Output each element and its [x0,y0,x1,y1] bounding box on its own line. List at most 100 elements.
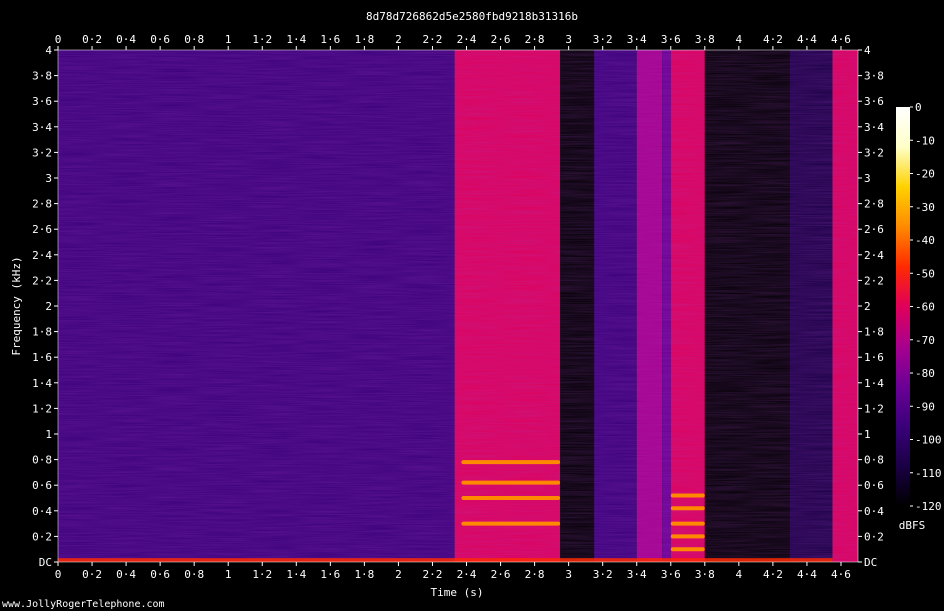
x-tick-label-bottom: 1·6 [320,568,340,581]
y-tick-label-right: 1·4 [864,377,884,390]
x-tick-label-bottom: 0·8 [184,568,204,581]
y-tick-label-right: 0·6 [864,479,884,492]
colorbar-tick-label: -100 [915,434,942,447]
y-tick-label-left: 3·8 [32,70,52,83]
x-axis-label: Time (s) [431,586,484,599]
y-tick-label-right: 2·8 [864,198,884,211]
x-tick-label-top: 2 [395,33,402,46]
y-tick-label-right: 2·6 [864,223,884,236]
x-tick-label-top: 2·2 [423,33,443,46]
harmonic-1-4 [670,493,705,498]
x-tick-label-top: 3·8 [695,33,715,46]
harmonic-1-1 [670,534,705,539]
y-tick-label-left: 1·6 [32,351,52,364]
x-tick-label-top: 2·8 [525,33,545,46]
x-tick-label-bottom: 4·6 [831,568,851,581]
x-tick-label-bottom: 3·2 [593,568,613,581]
y-axis-right: DC 0·2 0·4 0·6 0·8 1 1·2 1·4 1·6 1·8 2 2·2 2·4 2·6 2·8… [858,44,884,569]
colorbar-tick-label: -120 [915,500,942,513]
x-tick-label-top: 1·8 [354,33,374,46]
x-tick-label-top: 0·8 [184,33,204,46]
x-tick-label-top: 1 [225,33,232,46]
x-tick-label-top: 3·6 [661,33,681,46]
colorbar-gradient [896,107,910,506]
colorbar: 0 -10 -20 -30 -40 -50 -60 -70 -80 -90 -100 -110 -120 [896,101,942,513]
y-tick-label-left: 3·2 [32,146,52,159]
x-tick-label-bottom: 0·4 [116,568,136,581]
y-tick-label-right: 2·2 [864,274,884,287]
colorbar-tick-label: -30 [915,201,935,214]
y-tick-label-right: 3·6 [864,95,884,108]
x-tick-label-bottom: 1·2 [252,568,272,581]
colorbar-tick-label: -40 [915,234,935,247]
x-tick-label-bottom: 4 [736,568,743,581]
colorbar-tick-label: -80 [915,367,935,380]
x-tick-label-bottom: 3·4 [627,568,647,581]
x-tick-label-bottom: 2 [395,568,402,581]
x-tick-label-top: 3·4 [627,33,647,46]
harmonic-1-2 [670,521,705,526]
y-tick-label-right: 1·2 [864,402,884,415]
x-tick-label-bottom: 2·4 [457,568,477,581]
x-tick-label-bottom: 3·8 [695,568,715,581]
x-tick-label-bottom: 1·4 [286,568,306,581]
y-tick-label-left: 1 [45,428,52,441]
colorbar-tick-label: -90 [915,400,935,413]
y-tick-label-right: 4 [864,44,871,57]
y-tick-label-left: 2·6 [32,223,52,236]
y-axis-label: Frequency (kHz) [10,256,23,355]
dc-band [58,558,833,562]
x-tick-label-bottom: 0 [55,568,62,581]
x-axis-top: 0 0·2 0·4 0·6 0·8 1 1·2 1·4 1·6 1·8 2 2·2 2·4 2·6 2·8 3… [55,33,851,50]
x-tick-label-bottom: 1 [225,568,232,581]
x-tick-label-bottom: 0·2 [82,568,102,581]
x-tick-label-top: 1·6 [320,33,340,46]
x-tick-label-bottom: 2·6 [491,568,511,581]
x-tick-label-top: 4 [736,33,743,46]
x-tick-label-top: 0·2 [82,33,102,46]
y-tick-label-right: 2 [864,300,871,313]
x-tick-label-top: 0·4 [116,33,136,46]
y-tick-label-right: 0·4 [864,505,884,518]
x-tick-label-top: 0 [55,33,62,46]
y-tick-label-right: 1 [864,428,871,441]
x-tick-label-top: 4·2 [763,33,783,46]
y-tick-label-left: 2·4 [32,249,52,262]
y-tick-label-left: DC [39,556,52,569]
x-axis-bottom: 0 0·2 0·4 0·6 0·8 1 1·2 1·4 1·6 1·8 2 2·2 2·4 2·6 2·8 3… [55,562,851,581]
y-tick-label-right: 0·8 [864,454,884,467]
x-tick-label-bottom: 4·4 [797,568,817,581]
y-tick-label-right: DC [864,556,877,569]
colorbar-tick-label: 0 [915,101,922,114]
y-tick-label-left: 1·2 [32,402,52,415]
colorbar-tick-label: -20 [915,168,935,181]
y-tick-label-right: 1·8 [864,326,884,339]
x-tick-label-bottom: 3 [565,568,572,581]
x-tick-label-top: 3·2 [593,33,613,46]
watermark: www.JollyRogerTelephone.com [2,599,165,610]
y-tick-label-left: 0·6 [32,479,52,492]
harmonic-0-1 [461,496,561,500]
y-tick-label-left: 2·2 [32,274,52,287]
harmonic-1-0 [670,547,705,552]
y-tick-label-right: 3·2 [864,146,884,159]
y-tick-label-right: 3·8 [864,70,884,83]
y-tick-label-left: 3·6 [32,95,52,108]
x-tick-label-top: 1·2 [252,33,272,46]
y-tick-label-left: 3·4 [32,121,52,134]
x-tick-label-top: 3 [565,33,572,46]
x-tick-label-top: 2·4 [457,33,477,46]
y-tick-label-left: 0·8 [32,454,52,467]
x-tick-label-top: 4·6 [831,33,851,46]
y-tick-label-left: 4 [45,44,52,57]
colorbar-tick-label: -60 [915,301,935,314]
x-tick-label-top: 2·6 [491,33,511,46]
x-tick-label-top: 1·4 [286,33,306,46]
y-tick-label-left: 2 [45,300,52,313]
colorbar-tick-label: -10 [915,134,935,147]
x-tick-label-bottom: 0·6 [150,568,170,581]
harmonic-0-3 [461,460,561,465]
y-tick-label-left: 0·2 [32,530,52,543]
x-tick-label-bottom: 1·8 [354,568,374,581]
chart-title: 8d78d726862d5e2580fbd9218b31316b [366,10,578,23]
